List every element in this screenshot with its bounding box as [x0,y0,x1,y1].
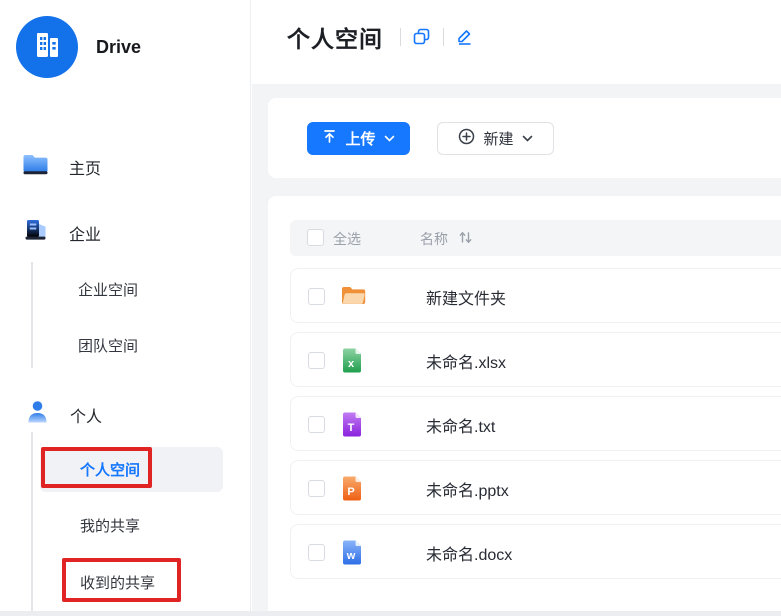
sidebar-item-enterprise[interactable]: 企业 [23,217,101,248]
row-checkbox[interactable] [308,416,325,433]
upload-button[interactable]: 上传 [307,122,410,155]
sidebar-item-label: 我的共享 [80,518,141,535]
sidebar-item-label: 个人 [70,408,103,426]
sidebar-item-label: 收到的共享 [80,575,156,592]
file-badge-letter: w [346,550,356,562]
chevron-down-icon [522,130,533,147]
sidebar-item-label: 主页 [69,160,102,178]
tree-indent-line [31,432,33,616]
folder-file-icon [341,285,366,311]
copy-icon[interactable] [412,27,432,47]
sidebar-item-personal-space[interactable]: 个人空间 [80,459,140,480]
sidebar: Drive 主页 企业 企业空间 团队空间 个人 个人空间 我的共享 收到的共享 [0,0,251,616]
select-all-label: 全选 [333,231,361,247]
word-file-icon: w [341,539,363,571]
sidebar-item-label: 企业 [69,226,102,244]
table-row[interactable]: P 未命名.pptx [290,460,781,515]
sidebar-item-label: 团队空间 [78,338,139,355]
table-header: 全选 名称 [290,220,781,256]
row-checkbox[interactable] [308,544,325,561]
plus-circle-icon [458,128,475,149]
sidebar-item-personal[interactable]: 个人 [25,399,102,430]
file-name[interactable]: 未命名.txt [426,413,495,437]
sidebar-item-received-shares[interactable]: 收到的共享 [80,572,155,593]
header-divider [400,28,401,46]
horizontal-scrollbar[interactable] [0,611,781,616]
file-name[interactable]: 未命名.pptx [426,477,509,501]
person-icon [25,399,50,430]
excel-file-icon: x [341,347,363,379]
text-file-icon: T [341,411,363,443]
drive-logo[interactable] [16,16,78,78]
table-row[interactable]: x 未命名.xlsx [290,332,781,387]
building-icon [23,217,49,248]
table-row[interactable]: T 未命名.txt [290,396,781,451]
table-row[interactable]: w 未命名.docx [290,524,781,579]
table-row[interactable]: 新建文件夹 [290,268,781,323]
upload-icon [322,129,337,148]
toolbar-panel: 上传 新建 [268,98,781,178]
building-logo-icon [30,28,64,67]
header-divider [443,28,444,46]
sidebar-item-enterprise-space[interactable]: 企业空间 [78,279,138,300]
select-all-checkbox[interactable] [307,229,324,246]
row-checkbox[interactable] [308,480,325,497]
file-name[interactable]: 未命名.xlsx [426,349,506,373]
file-badge-letter: T [348,422,355,434]
sidebar-item-team-space[interactable]: 团队空间 [78,335,138,356]
row-checkbox[interactable] [308,288,325,305]
sort-icon[interactable] [458,230,473,250]
folder-icon [22,151,49,182]
file-name[interactable]: 新建文件夹 [426,285,506,309]
file-badge-letter: x [348,358,355,370]
sidebar-item-my-shares[interactable]: 我的共享 [80,515,140,536]
sidebar-item-home[interactable]: 主页 [22,151,101,182]
new-button-label: 新建 [483,131,514,148]
tree-indent-line [31,262,33,368]
sidebar-item-label: 企业空间 [78,282,139,299]
file-list-panel: 全选 名称 新建文件夹 x 未命名.xlsx T 未命名.txt P 未命名.p… [268,196,781,616]
page-title: 个人空间 [287,26,383,52]
chevron-down-icon [384,130,395,147]
name-column-header[interactable]: 名称 [420,229,448,249]
page-header: 个人空间 [287,20,475,54]
new-button[interactable]: 新建 [437,122,554,155]
file-name[interactable]: 未命名.docx [426,541,512,565]
file-badge-letter: P [347,486,354,498]
edit-icon[interactable] [455,27,475,47]
row-checkbox[interactable] [308,352,325,369]
powerpoint-file-icon: P [341,475,363,507]
app-logo-row: Drive [16,16,141,78]
sidebar-item-label: 个人空间 [80,462,141,479]
upload-button-label: 上传 [345,131,376,148]
app-title: Drive [96,36,142,57]
drive-app-window: Drive 主页 企业 企业空间 团队空间 个人 个人空间 我的共享 收到的共享… [0,0,781,616]
